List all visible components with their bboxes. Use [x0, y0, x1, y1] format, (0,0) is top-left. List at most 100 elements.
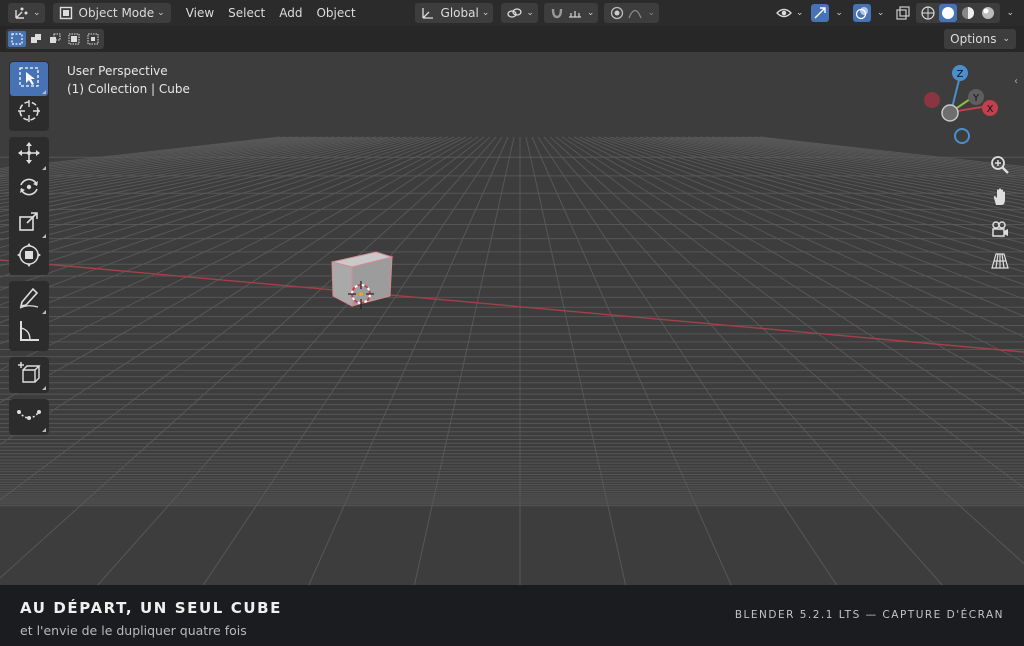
axes-icon — [12, 4, 30, 22]
perspective-label: User Perspective — [67, 64, 168, 78]
chevron-down-icon: ⌄ — [586, 8, 595, 18]
cursor-icon — [16, 98, 42, 128]
chevron-down-icon: ⌄ — [33, 8, 41, 18]
chevron-down-icon: ⌄ — [647, 8, 655, 18]
transform-orientation-dropdown[interactable]: Global ⌄ — [414, 3, 494, 23]
caption-bar: AU DÉPART, UN SEUL CUBE et l'envie de le… — [0, 585, 1024, 646]
orientation-icon — [419, 4, 437, 22]
select-box-tool[interactable] — [10, 62, 48, 96]
rotate-icon — [16, 174, 42, 204]
tool-group-transform — [9, 137, 49, 275]
select-intersect-icon[interactable] — [84, 31, 102, 47]
hand-icon — [990, 187, 1010, 211]
gizmo-z-label: Z — [957, 69, 964, 80]
gizmo-neg-x[interactable] — [924, 92, 940, 108]
tool-corner-marker — [42, 386, 46, 390]
tool-corner-marker — [42, 166, 46, 170]
chevron-down-icon: ⌄ — [1002, 34, 1010, 44]
curve-extrude-icon — [16, 402, 42, 432]
gizmo-neg-y[interactable] — [941, 104, 959, 122]
wireframe-shading-icon[interactable] — [919, 4, 937, 22]
gizmo-x-label: X — [987, 104, 994, 115]
menu-select[interactable]: Select — [221, 3, 272, 23]
zoom-button[interactable] — [985, 152, 1015, 182]
select-invert-icon[interactable] — [65, 31, 83, 47]
x-axis-line — [0, 259, 1024, 353]
perspective-toggle-button[interactable] — [985, 248, 1015, 278]
chevron-down-icon: ⌄ — [795, 8, 804, 18]
caption-title: AU DÉPART, UN SEUL CUBE — [20, 599, 282, 617]
mode-dropdown[interactable]: Object Mode ⌄ — [52, 3, 171, 23]
extrude-tool[interactable] — [10, 400, 48, 434]
tool-group-annotate — [9, 281, 49, 351]
blender-window: ⌄ Object Mode ⌄ View Select Add Object G… — [0, 0, 1024, 646]
transform-tool[interactable] — [10, 240, 48, 274]
chevron-down-icon: ⌄ — [835, 8, 843, 18]
navigation-gizmo[interactable]: Y Z X — [916, 62, 1006, 152]
camera-view-button[interactable] — [985, 216, 1015, 246]
proportional-editing-group[interactable]: ⌄ — [604, 3, 659, 23]
tool-corner-marker — [42, 90, 46, 94]
rotate-tool[interactable] — [10, 172, 48, 206]
add-cube-icon — [16, 360, 42, 390]
menu-view[interactable]: View — [179, 3, 221, 23]
visibility-dropdown[interactable]: ⌄ — [773, 3, 806, 23]
rendered-shading-icon[interactable] — [979, 4, 997, 22]
object-mode-icon — [57, 4, 75, 22]
scale-icon — [16, 208, 42, 238]
overlay-toggle-group[interactable]: ⌄ — [852, 3, 884, 23]
pan-button[interactable] — [985, 184, 1015, 214]
cursor-tool[interactable] — [10, 96, 48, 130]
solid-shading-icon[interactable] — [939, 4, 958, 22]
gizmo-y-label: Y — [972, 93, 980, 104]
tool-group-extrude — [9, 399, 49, 435]
sidebar-toggle-arrow[interactable]: ‹ — [1014, 76, 1024, 96]
add-cube-tool[interactable] — [10, 358, 48, 392]
navigation-buttons — [985, 152, 1015, 280]
transform-icon — [16, 242, 42, 272]
link-icon — [505, 4, 523, 22]
zoom-magnifier-icon — [990, 155, 1010, 179]
pivot-point-dropdown[interactable]: ⌄ — [501, 3, 538, 23]
move-tool[interactable] — [10, 138, 48, 172]
magnet-icon — [548, 4, 566, 22]
gizmo-toggle-group[interactable]: ⌄ — [811, 3, 843, 23]
editor-type-dropdown[interactable]: ⌄ — [8, 3, 45, 23]
tool-corner-marker — [42, 428, 46, 432]
tool-shelf — [9, 61, 49, 441]
select-new-icon[interactable] — [8, 31, 26, 47]
perspective-grid-icon — [990, 251, 1010, 275]
tool-corner-marker — [42, 234, 46, 238]
3d-viewport[interactable]: User Perspective (1) Collection | Cube Y… — [0, 52, 1024, 585]
selection-mode-group — [6, 29, 104, 49]
gizmo-icon — [811, 4, 830, 22]
viewport-info: User Perspective (1) Collection | Cube — [67, 62, 190, 98]
menu-add[interactable]: Add — [272, 3, 309, 23]
collection-label: (1) Collection | Cube — [67, 82, 190, 96]
measure-tool[interactable] — [10, 316, 48, 350]
xray-toggle[interactable] — [894, 3, 912, 23]
measure-ruler-icon — [16, 318, 42, 348]
tool-group-select — [9, 61, 49, 131]
select-box-icon — [17, 65, 41, 93]
select-subtract-icon[interactable] — [46, 31, 64, 47]
viewport-header: ⌄ Object Mode ⌄ View Select Add Object G… — [0, 0, 1024, 26]
tool-corner-marker — [42, 310, 46, 314]
menu-object[interactable]: Object — [309, 3, 362, 23]
snap-increment-icon — [566, 4, 584, 22]
select-extend-icon[interactable] — [27, 31, 45, 47]
shading-options-chevron-icon[interactable]: ⌄ — [1006, 8, 1014, 18]
annotate-tool[interactable] — [10, 282, 48, 316]
camera-icon — [990, 219, 1010, 243]
orientation-label: Global — [440, 6, 479, 20]
eye-icon — [775, 4, 793, 22]
chevron-down-icon: ⌄ — [157, 8, 165, 18]
xray-icon — [894, 4, 912, 22]
gizmo-neg-z[interactable] — [954, 128, 970, 144]
material-preview-icon[interactable] — [959, 4, 977, 22]
shading-mode-group[interactable] — [916, 3, 1001, 23]
options-dropdown[interactable]: Options ⌄ — [944, 29, 1016, 49]
cube-object[interactable] — [331, 251, 394, 307]
snap-toggle-group[interactable]: ⌄ — [543, 3, 599, 23]
scale-tool[interactable] — [10, 206, 48, 240]
